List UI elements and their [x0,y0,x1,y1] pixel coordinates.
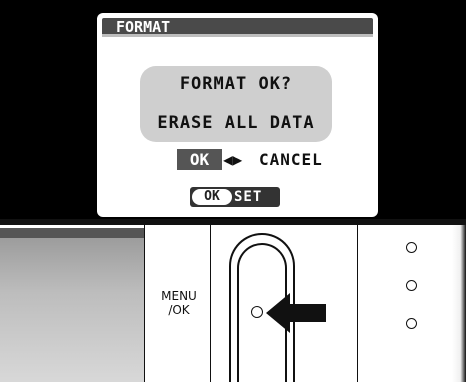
menu-ok-label: MENU /OK [155,289,203,317]
set-label: SET [234,189,263,205]
panel-divider [210,225,211,382]
button-press-point-icon [251,306,263,318]
dialog-header: FORMAT [102,18,373,37]
menu-label-line2: /OK [168,303,190,317]
cancel-option[interactable]: CANCEL [259,149,323,170]
message-erase-all-data: ERASE ALL DATA [157,113,315,133]
camera-left-panel-top [0,228,144,238]
indicator-light-icon [406,242,417,253]
pointer-arrow-icon [266,293,326,333]
message-format-ok: FORMAT OK? [179,74,293,94]
camera-edge-shadow [452,225,466,382]
camera-left-panel [0,234,144,382]
format-dialog: FORMAT FORMAT OK? ERASE ALL DATA OK ◀▶ C… [97,13,378,217]
left-right-arrows-icon: ◀▶ [223,150,243,169]
ok-set-hint: OK SET [190,187,280,207]
header-underline [102,34,373,37]
menu-label-line1: MENU [161,289,197,303]
camera-body: MENU /OK [0,219,466,382]
ok-button-icon: OK [192,189,232,205]
indicator-light-icon [406,280,417,291]
choice-row: OK ◀▶ CANCEL [97,148,378,172]
indicator-light-icon [406,318,417,329]
confirmation-message-box: FORMAT OK? ERASE ALL DATA [140,66,332,142]
camera-right-panel [358,225,466,382]
panel-divider [144,225,145,382]
ok-option[interactable]: OK [177,149,222,170]
lcd-screen: FORMAT FORMAT OK? ERASE ALL DATA OK ◀▶ C… [0,0,466,230]
